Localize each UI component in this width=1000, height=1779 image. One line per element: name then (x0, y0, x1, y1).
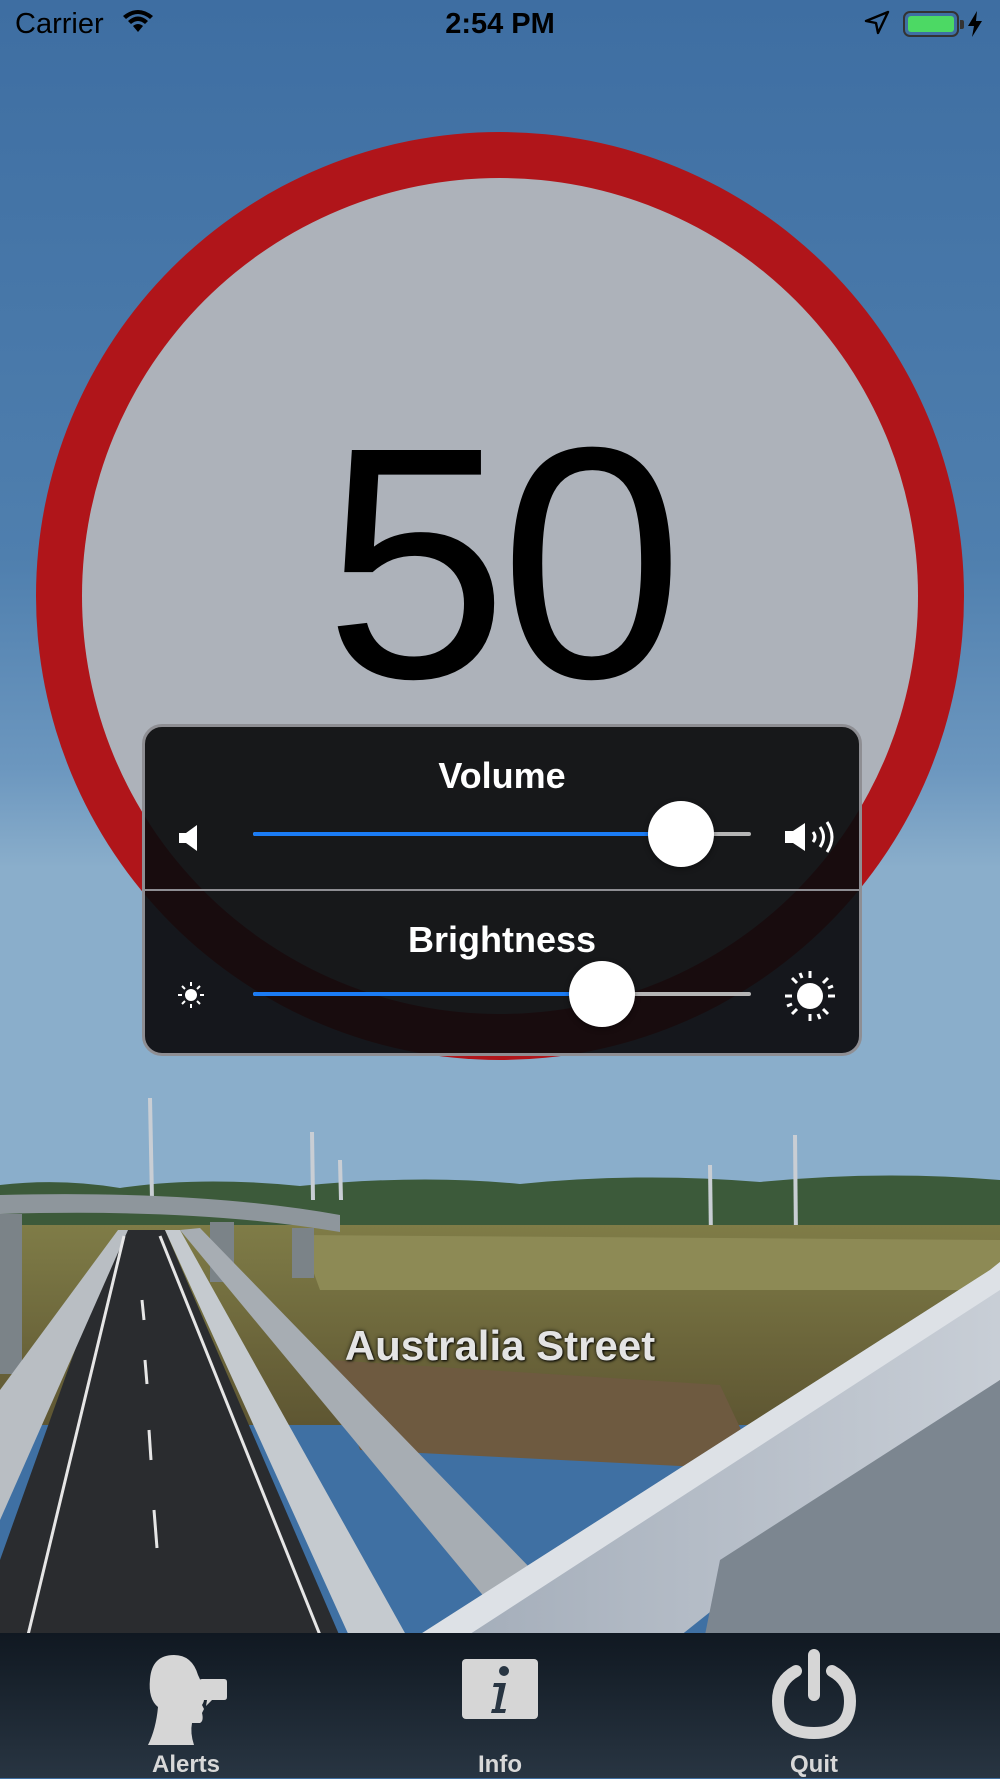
status-bar: Carrier 2:54 PM (0, 0, 1000, 50)
brightness-slider-fill (253, 992, 602, 996)
info-icon (460, 1657, 540, 1726)
speaker-high-icon (783, 819, 839, 860)
tab-quit-label: Quit (790, 1751, 838, 1778)
volume-slider-thumb[interactable] (648, 801, 715, 867)
battery-fill (908, 16, 954, 32)
power-icon (770, 1649, 858, 1744)
tab-info-label: Info (478, 1751, 522, 1778)
speed-limit-value: 50 (324, 378, 683, 747)
street-name: Australia Street (344, 1322, 656, 1369)
volume-label: Volume (438, 755, 566, 796)
volume-slider-fill (253, 832, 682, 836)
audio-brightness-panel: Volume Brightness (142, 724, 862, 1056)
tab-alerts[interactable]: Alerts (86, 1633, 286, 1778)
battery-icon (903, 11, 964, 37)
panel-divider (145, 889, 859, 891)
sun-large-icon (783, 969, 837, 1028)
speaker-low-icon (177, 823, 203, 858)
tab-bar: Alerts Info Quit (0, 1633, 1000, 1778)
tab-alerts-label: Alerts (151, 1751, 221, 1778)
tab-info[interactable]: Info (400, 1633, 600, 1778)
brightness-slider-thumb[interactable] (568, 961, 635, 1027)
brightness-slider-track[interactable] (253, 992, 751, 996)
status-time: 2:54 PM (445, 8, 555, 40)
sun-small-icon (177, 981, 205, 1014)
tab-quit[interactable]: Quit (714, 1633, 914, 1778)
speaking-head-icon (144, 1649, 228, 1754)
location-arrow-icon (864, 10, 890, 41)
charging-bolt-icon (965, 10, 985, 43)
brightness-label: Brightness (407, 919, 597, 960)
